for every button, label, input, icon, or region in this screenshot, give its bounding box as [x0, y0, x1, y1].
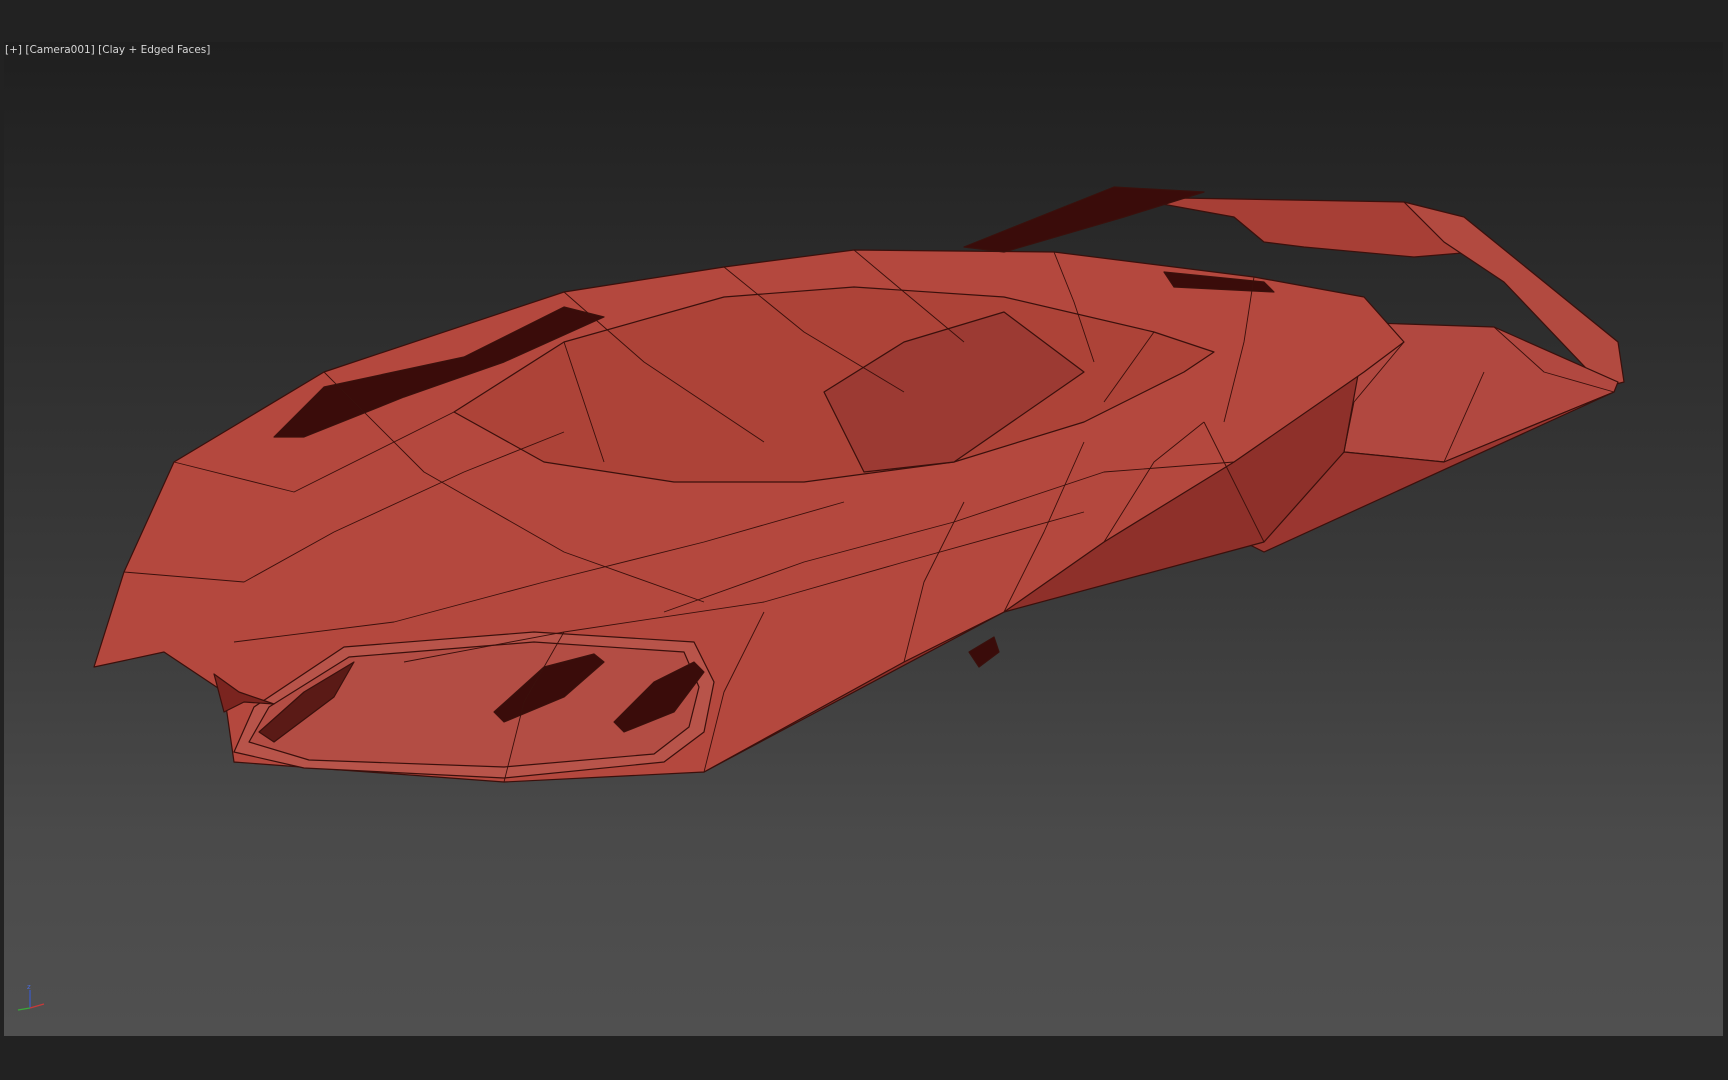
axis-z-label: z [27, 983, 31, 991]
lower-vent [968, 636, 1000, 668]
hover-vehicle-model[interactable] [4, 42, 1723, 1036]
camera-viewport[interactable]: [+] [Camera001] [Clay + Edged Faces] z [4, 42, 1723, 1036]
top-bar [0, 0, 1728, 42]
axis-gizmo-icon: z [17, 983, 45, 1011]
rear-top-cavity [963, 186, 1205, 253]
bottom-bar [0, 1036, 1728, 1080]
